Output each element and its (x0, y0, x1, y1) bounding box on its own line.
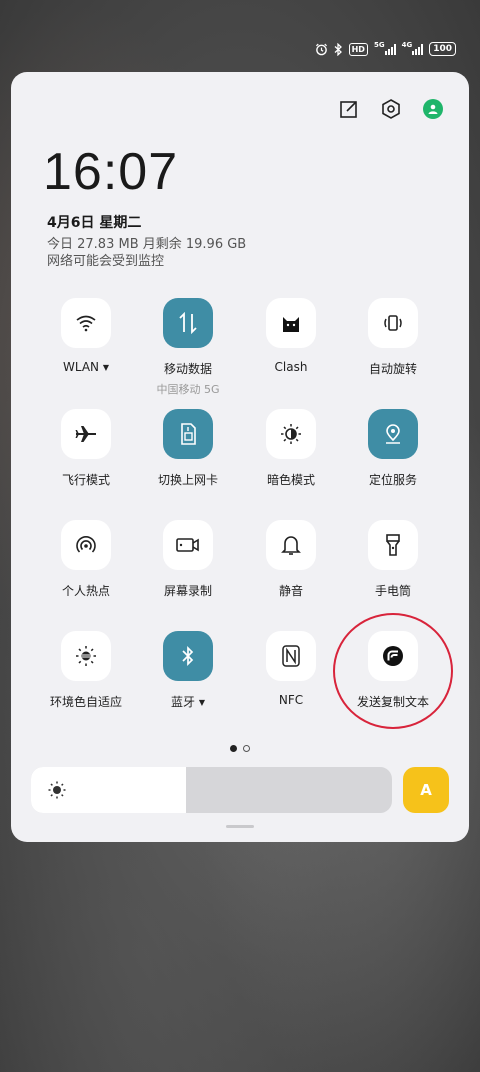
clock-time: 16:07 (43, 143, 179, 201)
user-avatar-icon[interactable] (421, 97, 445, 121)
bluetooth-status-icon (334, 42, 343, 56)
location-icon[interactable] (368, 409, 418, 459)
tile-flashlight[interactable]: 手电筒 (341, 520, 445, 599)
tile-label: 自动旋转 (368, 362, 417, 376)
tile-nfc[interactable]: NFC (239, 631, 343, 707)
tile-bluetooth[interactable]: 蓝牙 ▼ (136, 631, 240, 710)
tile-airplane-mode[interactable]: 飞行模式 (34, 409, 138, 488)
signal-5g: 5G (373, 41, 396, 55)
rotate-icon[interactable] (368, 298, 418, 348)
edit-icon[interactable] (337, 97, 361, 121)
brightness-slider[interactable] (31, 767, 392, 813)
alarm-icon (315, 43, 328, 56)
wifi-icon[interactable] (61, 298, 111, 348)
tile-label: 移动数据 (163, 362, 212, 376)
tile-dark-mode[interactable]: 暗色模式 (239, 409, 343, 488)
flashlight-icon[interactable] (368, 520, 418, 570)
network-5g-label: 5G (373, 41, 385, 49)
signal-bars-icon (412, 43, 424, 55)
tile-label: 飞行模式 (61, 473, 110, 487)
tile-label: 蓝牙 ▼ (171, 695, 205, 709)
tile-wlan[interactable]: WLAN ▼ (34, 298, 138, 374)
settings-gear-icon[interactable] (379, 97, 403, 121)
tile-switch-sim[interactable]: 切换上网卡 (136, 409, 240, 488)
network-4g-label: 4G (401, 41, 413, 49)
tile-silent[interactable]: 静音 (239, 520, 343, 599)
tile-auto-rotate[interactable]: 自动旋转 (341, 298, 445, 377)
battery-indicator: 100 (429, 42, 456, 56)
control-center-panel: 16:07 4月6日 星期二 今日 27.83 MB 月剩余 19.96 GB … (11, 72, 469, 842)
ambient-color-icon[interactable] (61, 631, 111, 681)
panel-drag-handle[interactable] (226, 825, 254, 828)
bluetooth-icon[interactable] (163, 631, 213, 681)
tile-mobile-data[interactable]: 移动数据 中国移动 5G (136, 298, 240, 397)
tile-label: NFC (278, 693, 304, 707)
signal-4g: 4G (401, 41, 424, 55)
tile-label: 手电筒 (374, 584, 411, 598)
tile-label: 暗色模式 (266, 473, 315, 487)
tile-label: 屏幕录制 (163, 584, 212, 598)
tile-location[interactable]: 定位服务 (341, 409, 445, 488)
status-bar: HD 5G 4G 100 (315, 41, 456, 56)
tile-label: 个人热点 (61, 584, 110, 598)
tile-label: Clash (274, 360, 308, 374)
cat-icon[interactable] (266, 298, 316, 348)
tile-label: 静音 (278, 584, 303, 598)
date-text: 4月6日 星期二 (47, 215, 142, 231)
tile-screen-record[interactable]: 屏幕录制 (136, 520, 240, 599)
hotspot-icon[interactable] (61, 520, 111, 570)
screen-record-icon[interactable] (163, 520, 213, 570)
panel-top-actions (337, 97, 445, 121)
avatar (423, 99, 443, 119)
page-indicator[interactable] (11, 745, 469, 752)
tile-ambient-color[interactable]: 环境色自适应 (34, 631, 138, 710)
nfc-icon[interactable] (266, 631, 316, 681)
tile-label: 切换上网卡 (157, 473, 218, 487)
bell-icon[interactable] (266, 520, 316, 570)
signal-bars-icon (384, 43, 396, 55)
sim-card-icon[interactable] (163, 409, 213, 459)
page-dot-inactive[interactable] (243, 745, 250, 752)
mobile-data-icon[interactable] (163, 298, 213, 348)
page-dot-active[interactable] (230, 745, 237, 752)
airplane-icon[interactable] (61, 409, 111, 459)
tile-label: 环境色自适应 (49, 695, 122, 709)
tile-hotspot[interactable]: 个人热点 (34, 520, 138, 599)
tile-label: WLAN ▼ (63, 360, 109, 374)
hd-badge: HD (348, 42, 368, 56)
network-monitor-notice: 网络可能会受到监控 (47, 254, 165, 269)
tile-clash[interactable]: Clash (239, 298, 343, 374)
brightness-sun-icon (47, 780, 67, 804)
auto-brightness-button[interactable]: A (403, 767, 449, 813)
tile-label: 定位服务 (368, 473, 417, 487)
dark-mode-icon[interactable] (266, 409, 316, 459)
highlight-circle-annotation (333, 613, 453, 729)
tile-sublabel: 中国移动 5G (156, 383, 220, 396)
